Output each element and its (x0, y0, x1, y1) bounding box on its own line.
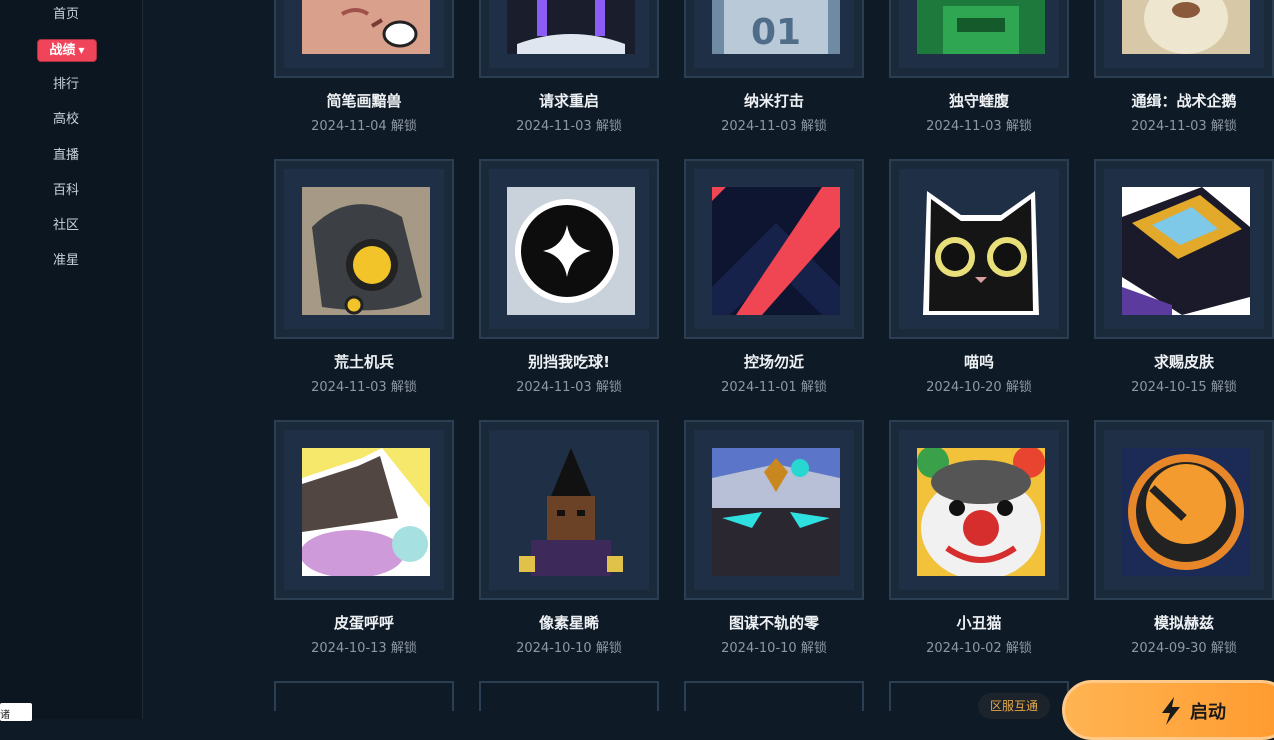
nav-item-rank[interactable]: 排行 (0, 75, 132, 95)
orange-knob-icon (1122, 448, 1250, 576)
launch-button[interactable]: 启动 (1062, 680, 1274, 740)
sidebar: 首页 战绩 ▼ 排行 高校 直播 百科 社区 准星 (0, 0, 143, 719)
card-title: 求赐皮肤 (1153, 353, 1214, 371)
svg-text:01: 01 (751, 12, 801, 53)
caret-down-icon: ▼ (78, 46, 85, 55)
card-date: 2024-11-03 解锁 (516, 380, 622, 395)
card-title: 独守蝰腹 (948, 92, 1009, 110)
card-date: 2024-11-03 解锁 (926, 119, 1032, 134)
card-title: 别挡我吃球! (528, 353, 610, 371)
card-date: 2024-10-02 解锁 (926, 641, 1032, 656)
achievement-card[interactable] (1094, 420, 1274, 600)
card-title: 通缉：战术企鹅 (1131, 92, 1237, 110)
nav-item-home[interactable]: 首页 (0, 5, 132, 25)
achievement-card[interactable] (479, 159, 659, 339)
card-date: 2024-11-04 解锁 (311, 119, 417, 134)
card-title: 纳米打击 (743, 92, 804, 110)
card-title: 简笔画黯兽 (326, 92, 402, 110)
nav-item-crosshair[interactable]: 准星 (0, 251, 132, 271)
nav-item-record-active[interactable]: 战绩 ▼ (38, 40, 96, 61)
card-date: 2024-10-15 解锁 (1131, 380, 1237, 395)
card-title: 模拟赫兹 (1153, 614, 1214, 632)
achievement-card[interactable] (1094, 159, 1274, 339)
achievement-card[interactable] (479, 420, 659, 600)
nav-item-wiki[interactable]: 百科 (0, 181, 132, 201)
card-title: 像素星睎 (538, 614, 599, 632)
black-star-orb-icon (507, 187, 635, 315)
cross-server-badge: 区服互通 (978, 693, 1050, 719)
clown-cat-icon (917, 448, 1045, 576)
achievement-card[interactable] (684, 159, 864, 339)
launch-label: 启动 (1190, 702, 1226, 723)
nav-item-live[interactable]: 直播 (0, 146, 132, 166)
green-mech-icon (917, 0, 1045, 54)
achievement-card[interactable] (889, 0, 1069, 78)
gold-armored-car-icon (1122, 187, 1250, 315)
lightning-icon (1160, 697, 1182, 729)
achievement-card[interactable] (479, 0, 659, 78)
achievement-card[interactable] (889, 159, 1069, 339)
card-title: 荒土机兵 (333, 353, 394, 371)
card-title: 控场勿近 (743, 353, 804, 371)
corner-chip[interactable]: 诸 (0, 703, 32, 721)
wasteland-robot-icon (302, 187, 430, 315)
tactical-penguin-icon (1122, 0, 1250, 54)
card-title: 小丑猫 (956, 614, 1002, 632)
achievement-card[interactable] (684, 420, 864, 600)
card-date: 2024-10-20 解锁 (926, 380, 1032, 395)
card-date: 2024-09-30 解锁 (1131, 641, 1237, 656)
achievement-card[interactable] (1094, 0, 1274, 78)
card-date: 2024-11-03 解锁 (721, 119, 827, 134)
achievement-card[interactable]: 01 (684, 0, 864, 78)
achievement-card[interactable] (684, 681, 864, 711)
card-title: 图谋不轨的零 (728, 614, 819, 632)
achievement-card[interactable] (274, 420, 454, 600)
card-date: 2024-10-10 解锁 (516, 641, 622, 656)
achievement-card[interactable] (274, 159, 454, 339)
card-date: 2024-11-03 解锁 (1131, 119, 1237, 134)
card-date: 2024-10-10 解锁 (721, 641, 827, 656)
achievement-card[interactable] (274, 681, 454, 711)
nav-active-label: 战绩 (49, 43, 76, 58)
nano-01-badge-icon: 01 (712, 0, 840, 54)
card-title: 皮蛋呼呼 (333, 614, 394, 632)
card-date: 2024-11-03 解锁 (516, 119, 622, 134)
card-date: 2024-11-01 解锁 (721, 380, 827, 395)
card-title: 喵呜 (963, 353, 994, 371)
card-date: 2024-11-03 解锁 (311, 380, 417, 395)
black-cat-icon (917, 187, 1045, 315)
card-title: 请求重启 (538, 92, 599, 110)
card-date: 2024-10-13 解锁 (311, 641, 417, 656)
nav-item-community[interactable]: 社区 (0, 216, 132, 236)
sleepy-creature-icon (302, 448, 430, 576)
red-chevron-emblem-icon (712, 187, 840, 315)
nav-item-college[interactable]: 高校 (0, 110, 132, 130)
pixel-character-icon (507, 448, 635, 576)
sketch-beast-face-icon (302, 0, 430, 54)
achievement-card[interactable] (889, 420, 1069, 600)
achievement-card[interactable] (274, 0, 454, 78)
purple-robot-icon (507, 0, 635, 54)
achievement-card[interactable] (479, 681, 659, 711)
masked-helmet-icon (712, 448, 840, 576)
